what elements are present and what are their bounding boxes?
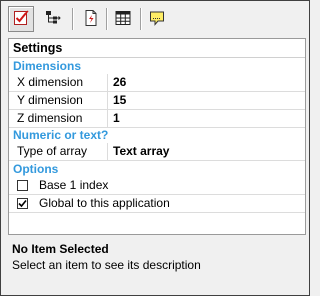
row-type-of-array[interactable]: Type of array Text array	[9, 143, 305, 161]
grid-header: Settings	[9, 39, 305, 58]
document-lightning-icon	[82, 9, 100, 30]
property-grid: Settings Dimensions X dimension 26 Y dim…	[8, 38, 306, 235]
tree-hierarchy-icon	[44, 9, 62, 30]
y-dimension-value[interactable]: 15	[113, 92, 126, 109]
category-dimensions[interactable]: Dimensions	[9, 59, 305, 74]
toolbar-separator	[72, 8, 73, 30]
description-pane: No Item Selected Select an item to see i…	[8, 237, 304, 289]
description-title: No Item Selected	[12, 242, 109, 256]
prop-name: Type of array	[9, 143, 108, 160]
global-application-checkbox[interactable]	[17, 198, 28, 209]
table-button[interactable]	[110, 6, 136, 32]
prop-name: X dimension	[9, 74, 108, 91]
base1-index-label: Base 1 index	[39, 178, 109, 192]
toolbar	[2, 2, 308, 36]
row-base1-index[interactable]: Base 1 index	[9, 177, 305, 195]
checklist-icon	[12, 9, 30, 30]
type-of-array-value[interactable]: Text array	[113, 143, 169, 160]
checklist-button[interactable]	[8, 6, 34, 32]
category-numeric-or-text[interactable]: Numeric or text?	[9, 128, 305, 143]
description-text: Select an item to see its description	[12, 258, 201, 272]
note-icon	[148, 9, 166, 30]
table-grid-icon	[114, 9, 132, 30]
base1-index-checkbox[interactable]	[17, 180, 28, 191]
note-button[interactable]	[144, 6, 170, 32]
row-z-dimension[interactable]: Z dimension 1	[9, 110, 305, 128]
category-options[interactable]: Options	[9, 162, 305, 177]
row-global-application[interactable]: Global to this application	[9, 195, 305, 213]
hierarchy-button[interactable]	[40, 6, 66, 32]
row-x-dimension[interactable]: X dimension 26	[9, 74, 305, 92]
toolbar-separator	[106, 8, 107, 30]
z-dimension-value[interactable]: 1	[113, 110, 120, 127]
properties-window: Settings Dimensions X dimension 26 Y dim…	[0, 0, 310, 296]
checkmark-icon	[18, 199, 27, 208]
global-application-label: Global to this application	[39, 196, 170, 210]
row-y-dimension[interactable]: Y dimension 15	[9, 92, 305, 110]
toolbar-separator	[140, 8, 141, 30]
prop-name: Z dimension	[9, 110, 108, 127]
document-button[interactable]	[78, 6, 104, 32]
prop-name: Y dimension	[9, 92, 108, 109]
x-dimension-value[interactable]: 26	[113, 74, 126, 91]
